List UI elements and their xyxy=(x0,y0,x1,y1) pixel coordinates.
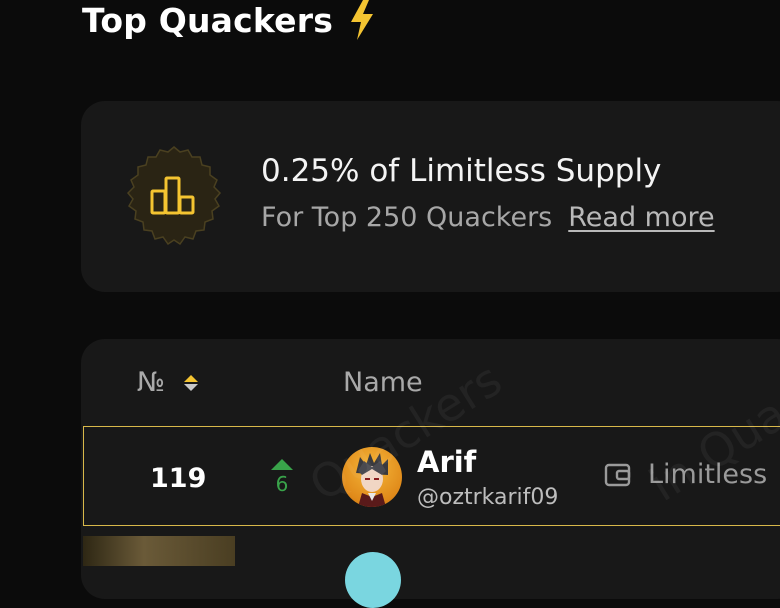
table-row-current-user[interactable]: 119 6 Arif @oztrkarif09 Limitless xyxy=(83,426,780,526)
rank-column-header[interactable]: № xyxy=(137,367,199,398)
read-more-link[interactable]: Read more xyxy=(568,202,714,233)
supply-card: 0.25% of Limitless Supply For Top 250 Qu… xyxy=(81,101,780,292)
wallet-cell: Limitless xyxy=(604,459,767,490)
page-title-row: Top Quackers xyxy=(82,0,375,40)
arrow-up-icon xyxy=(271,459,293,470)
supply-headline: 0.25% of Limitless Supply xyxy=(261,153,662,189)
rank-value: 119 xyxy=(150,463,207,494)
next-row-thumbnail xyxy=(83,536,235,566)
wallet-label: Limitless xyxy=(648,459,768,490)
page-title: Top Quackers xyxy=(82,0,334,40)
name-column-header: Name xyxy=(343,367,423,398)
rank-trend: 6 xyxy=(270,459,294,496)
supply-subtext: For Top 250 Quackers xyxy=(261,202,553,233)
user-handle: @oztrkarif09 xyxy=(417,485,559,510)
avatar-image xyxy=(356,453,388,507)
avatar[interactable] xyxy=(342,447,402,507)
supply-subtext-row: For Top 250 Quackers Read more xyxy=(261,202,715,233)
sort-icon[interactable] xyxy=(183,373,199,393)
podium-chart-icon xyxy=(126,146,222,246)
lightning-bolt-icon xyxy=(351,0,374,40)
trend-value: 6 xyxy=(275,472,289,496)
user-name: Arif xyxy=(417,445,477,479)
wallet-icon xyxy=(604,463,631,486)
rank-header-label: № xyxy=(137,367,166,398)
next-row-avatar[interactable] xyxy=(345,552,401,608)
